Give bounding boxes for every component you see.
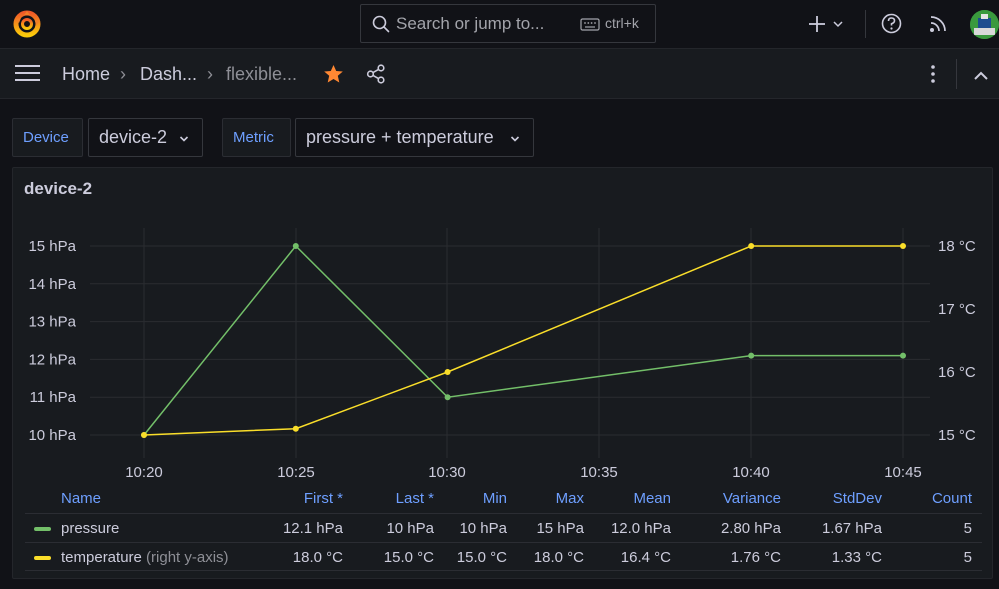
legend-header-cell[interactable]: First *: [304, 490, 343, 507]
legend-header-name[interactable]: Name: [61, 490, 101, 507]
variable-value-device: device-2: [99, 127, 168, 147]
breadcrumb-dashboards[interactable]: Dash...: [140, 64, 197, 85]
search-box[interactable]: Search or jump to... ctrl+k: [360, 4, 656, 43]
data-point-pressure: [444, 394, 451, 401]
breadcrumb-bar: Home › Dash... › flexible...: [0, 49, 999, 99]
variable-value-metric: pressure + temperature: [306, 127, 494, 147]
legend-value-cell: 5: [963, 520, 972, 537]
legend-value-cell: 15 hPa: [536, 520, 584, 537]
help-icon[interactable]: [881, 13, 902, 37]
data-point-pressure: [292, 243, 299, 249]
y-left-tick-label: 15 hPa: [28, 238, 76, 255]
x-tick-label: 10:20: [125, 464, 163, 481]
x-tick-label: 10:25: [277, 464, 315, 481]
x-tick-label: 10:30: [428, 464, 466, 481]
legend-header-cell[interactable]: Max: [556, 490, 584, 507]
y-left-tick-label: 10 hPa: [28, 427, 76, 444]
legend-header-cell[interactable]: Min: [483, 490, 507, 507]
y-right-tick-label: 15 °C: [938, 427, 976, 444]
grafana-logo-icon[interactable]: [12, 9, 42, 39]
timeseries-panel: device-2 10 hPa 11 hPa 12 hPa 13 hPa 14 hPa 1…: [12, 167, 993, 579]
variable-label-metric: Metric: [222, 118, 291, 157]
keyboard-icon: [580, 18, 600, 34]
top-bar: Search or jump to... ctrl+k: [0, 0, 999, 49]
legend-value-cell: 2.80 hPa: [720, 520, 781, 537]
legend-header-cell[interactable]: Variance: [723, 490, 781, 507]
search-placeholder: Search or jump to...: [396, 14, 545, 33]
y-right-tick-label: 17 °C: [938, 301, 976, 318]
legend-value-cell: 1.76 °C: [730, 549, 781, 566]
variables-bar: Device device-2 Metric pressure + temper…: [0, 99, 999, 167]
legend-value-cell: 16.4 °C: [620, 549, 671, 566]
star-icon[interactable]: [323, 64, 344, 87]
search-shortcut: ctrl+k: [605, 15, 639, 31]
data-point-temperature: [292, 425, 299, 432]
legend-value-cell: 10 hPa: [386, 520, 434, 537]
rss-icon[interactable]: [929, 14, 948, 36]
legend-value-cell: 12.0 hPa: [610, 520, 671, 537]
legend-value-cell: 18.0 °C: [533, 549, 584, 566]
search-icon: [372, 15, 390, 36]
legend-value-cell: 12.1 hPa: [282, 520, 343, 537]
legend-series-name[interactable]: temperature (right y-axis): [61, 549, 229, 566]
y-left-tick-label: 11 hPa: [30, 389, 77, 406]
avatar[interactable]: [970, 10, 999, 39]
legend-row[interactable]: temperature (right y-axis) 18.0 °C 15.0 °C…: [25, 542, 982, 571]
chevron-down-icon: [179, 119, 189, 156]
legend-value-cell: 10 hPa: [459, 520, 507, 537]
breadcrumb-separator: ›: [207, 64, 213, 84]
toolbar-divider: [865, 10, 866, 38]
legend-header-row: Name First * Last * Min Max Mean Variance StdDe…: [25, 484, 982, 513]
breadcrumb-current: flexible...: [226, 64, 298, 84]
breadcrumb-separator: ›: [120, 64, 126, 84]
legend-series-name[interactable]: pressure: [61, 520, 119, 537]
share-icon[interactable]: [366, 64, 386, 87]
variable-select-metric[interactable]: pressure + temperature: [295, 118, 534, 157]
hamburger-menu-icon[interactable]: [15, 64, 40, 85]
timeseries-chart[interactable]: 10 hPa 11 hPa 12 hPa 13 hPa 14 hPa 15 hPa 15 °…: [13, 168, 994, 484]
legend-header-cell[interactable]: StdDev: [833, 490, 882, 507]
x-tick-label: 10:40: [732, 464, 770, 481]
data-point-pressure: [900, 352, 906, 359]
chevron-down-icon: [510, 119, 520, 156]
legend-value-cell: 5: [963, 549, 972, 566]
legend-color-swatch: [34, 556, 51, 560]
nav-divider: [956, 59, 957, 89]
legend-value-cell: 1.67 hPa: [821, 520, 882, 537]
y-left-tick-label: 14 hPa: [28, 276, 76, 293]
y-right-tick-label: 18 °C: [938, 238, 976, 255]
x-tick-label: 10:35: [580, 464, 618, 481]
data-point-temperature: [900, 243, 906, 249]
legend-row[interactable]: pressure 12.1 hPa 10 hPa 10 hPa 15 hPa 12.0 h…: [25, 513, 982, 542]
legend-value-cell: 15.0 °C: [383, 549, 434, 566]
breadcrumb-home[interactable]: Home: [62, 64, 110, 85]
legend-header-cell[interactable]: Last *: [396, 490, 434, 507]
kebab-menu-icon[interactable]: [930, 64, 936, 87]
legend-series-suffix: (right y-axis): [141, 549, 229, 566]
series-line-temperature: [143, 245, 903, 436]
legend-value-cell: 15.0 °C: [456, 549, 507, 566]
chevron-up-icon[interactable]: [973, 68, 989, 84]
data-point-temperature: [748, 243, 755, 249]
legend-header-cell[interactable]: Count: [932, 490, 972, 507]
legend-header-cell[interactable]: Mean: [633, 490, 671, 507]
y-right-tick-label: 16 °C: [938, 364, 976, 381]
data-point-pressure: [748, 352, 755, 359]
plus-icon[interactable]: [808, 14, 844, 37]
data-point-temperature: [444, 369, 451, 375]
data-point-temperature: [141, 432, 147, 438]
y-left-tick-label: 13 hPa: [28, 314, 76, 331]
x-tick-label: 10:45: [884, 464, 922, 481]
variable-label-device: Device: [12, 118, 83, 157]
variable-select-device[interactable]: device-2: [88, 118, 203, 157]
legend-color-swatch: [34, 527, 51, 531]
legend-value-cell: 18.0 °C: [292, 549, 343, 566]
legend-value-cell: 1.33 °C: [831, 549, 882, 566]
y-left-tick-label: 12 hPa: [28, 351, 76, 368]
